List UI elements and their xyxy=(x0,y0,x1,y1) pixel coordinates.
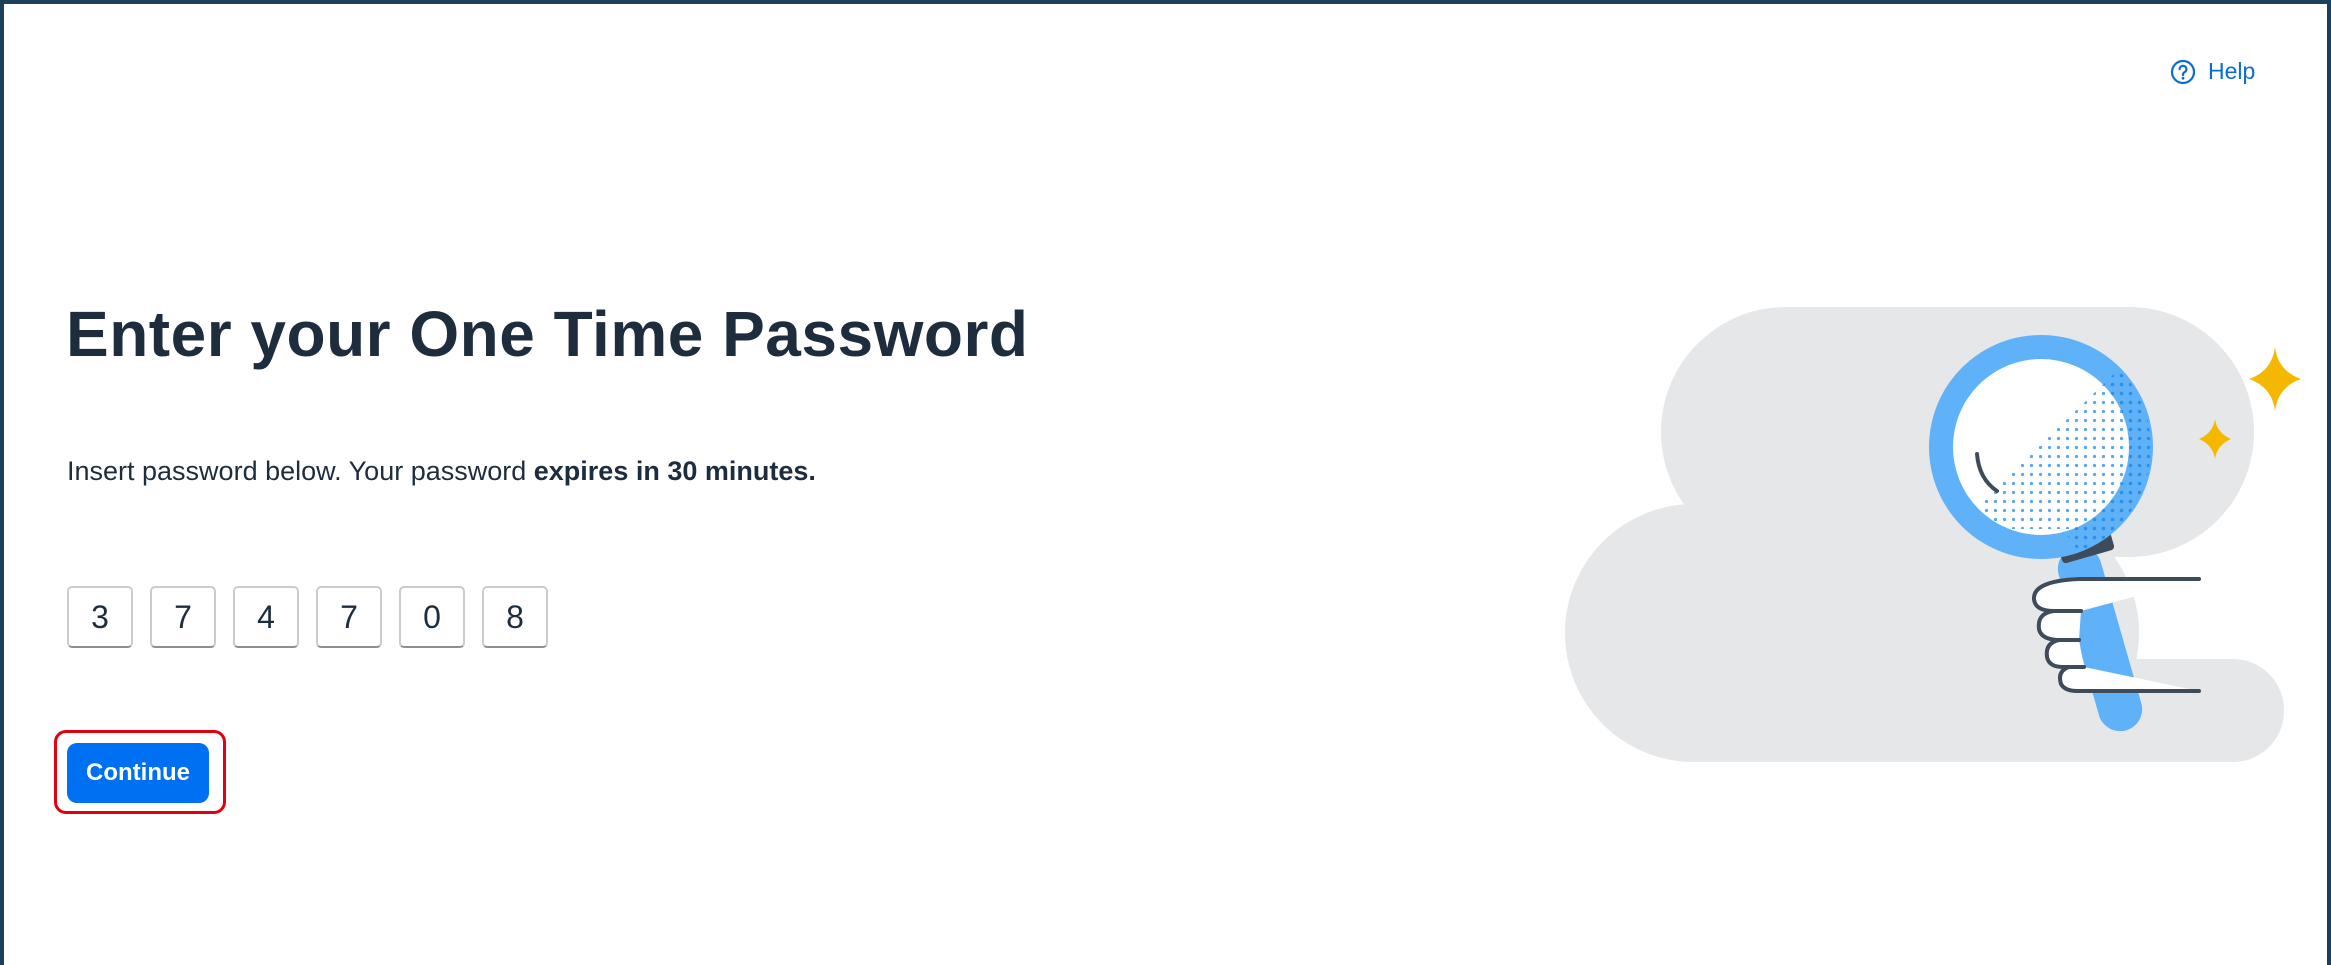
page-frame: Help Enter your One Time Password Insert… xyxy=(0,0,2331,965)
continue-button[interactable]: Continue xyxy=(67,743,209,803)
otp-digit-1[interactable] xyxy=(67,586,133,648)
otp-input-group xyxy=(67,586,548,648)
page-title: Enter your One Time Password xyxy=(66,298,1029,370)
question-circle-icon xyxy=(2170,59,2196,85)
otp-digit-2[interactable] xyxy=(150,586,216,648)
magnifying-glass-illustration xyxy=(1559,299,2309,779)
expiry-notice: expires in 30 minutes. xyxy=(533,456,816,486)
help-link[interactable]: Help xyxy=(2170,58,2255,85)
instruction-prefix: Insert password below. Your password xyxy=(67,456,534,486)
sparkle-large-icon xyxy=(2249,347,2301,411)
otp-digit-5[interactable] xyxy=(399,586,465,648)
otp-digit-6[interactable] xyxy=(482,586,548,648)
cloud-shape xyxy=(1565,307,2284,762)
instruction-text: Insert password below. Your password exp… xyxy=(67,456,816,487)
otp-digit-4[interactable] xyxy=(316,586,382,648)
help-label: Help xyxy=(2208,58,2256,84)
continue-highlight: Continue xyxy=(54,730,226,814)
otp-digit-3[interactable] xyxy=(233,586,299,648)
